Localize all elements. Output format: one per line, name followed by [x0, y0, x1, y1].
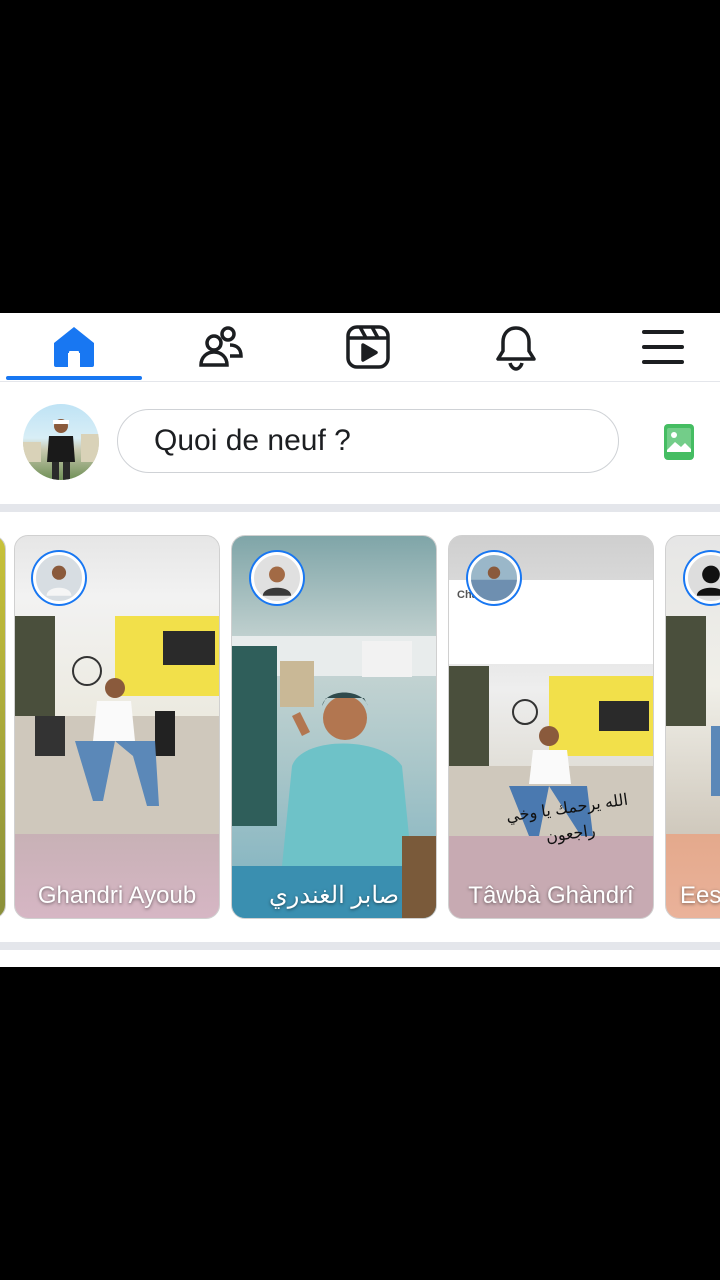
post-composer: Quoi de neuf ?	[0, 382, 720, 504]
video-icon	[346, 325, 390, 369]
nav-friends-tab[interactable]	[151, 313, 291, 381]
nav-notifications-tab[interactable]	[446, 313, 586, 381]
story-name: Ghandri Ayoub	[37, 882, 197, 909]
photo-icon	[664, 424, 694, 460]
facebook-app: Quoi de neuf ? Ghandri Ayoub صابر الغندر…	[0, 313, 720, 967]
story-avatar	[468, 552, 520, 604]
story-card[interactable]: Ghandri Ayoub	[14, 535, 220, 919]
bell-icon	[496, 326, 536, 371]
story-card[interactable]: صابر الغندري	[231, 535, 437, 919]
story-name: صابر الغندري	[268, 882, 400, 909]
nav-home-tab[interactable]	[4, 313, 144, 381]
composer-placeholder: Quoi de neuf ?	[154, 424, 351, 457]
story-card[interactable]: Ees	[665, 535, 720, 919]
active-tab-indicator	[6, 376, 142, 380]
photo-button[interactable]	[660, 422, 700, 462]
story-card[interactable]: Chataoui الله يرحمك يا وخي راجعون Tâwbà …	[448, 535, 654, 919]
avatar-figure	[23, 419, 99, 480]
section-divider	[0, 942, 720, 950]
story-card-partial[interactable]	[0, 535, 6, 919]
story-avatar	[33, 552, 85, 604]
story-name: Ees	[680, 882, 720, 909]
nav-menu-tab[interactable]	[593, 313, 720, 381]
home-icon	[54, 327, 94, 367]
menu-icon	[642, 330, 684, 364]
top-nav	[0, 313, 720, 382]
story-avatar	[251, 552, 303, 604]
friends-icon	[199, 326, 243, 367]
story-name: Tâwbà Ghàndrî	[468, 882, 634, 909]
nav-video-tab[interactable]	[298, 313, 438, 381]
profile-avatar[interactable]	[23, 404, 99, 480]
section-divider	[0, 504, 720, 512]
whats-on-your-mind-input[interactable]: Quoi de neuf ?	[117, 409, 619, 473]
